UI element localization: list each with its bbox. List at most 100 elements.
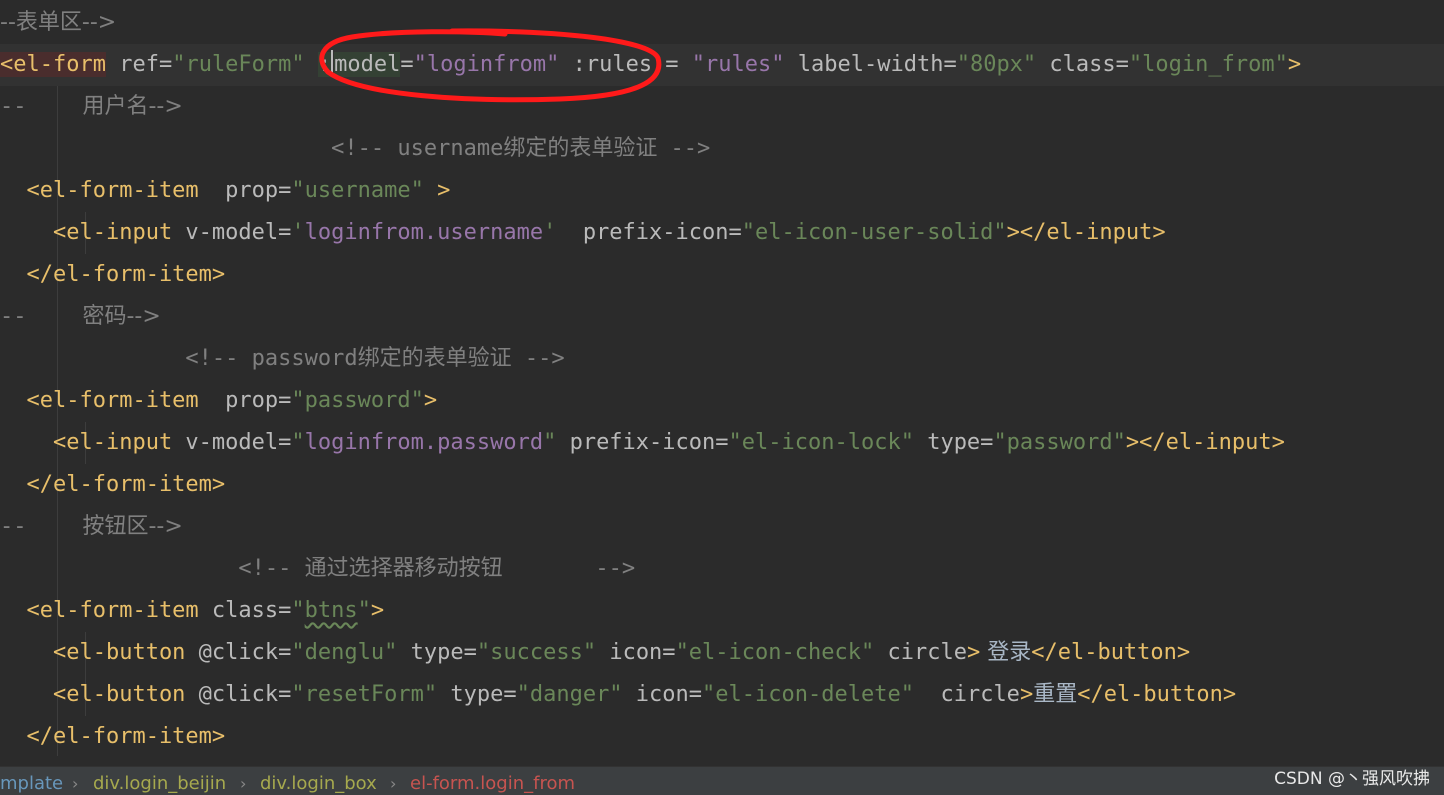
breadcrumb-item-login-box[interactable]: div.login_box <box>260 770 377 795</box>
code-token: "success" <box>476 640 597 665</box>
code-token: :rules = <box>559 52 692 77</box>
code-token: > <box>1287 52 1302 77</box>
code-editor[interactable]: --表单区--> <el-form ref="ruleForm" : model="… <box>0 0 1444 766</box>
code-token: "danger" <box>516 682 623 707</box>
code-token: : <box>317 52 332 77</box>
code-token: </el-button> <box>1077 682 1237 707</box>
code-line[interactable]: <el-input v-model='loginfrom.username' p… <box>0 212 1444 254</box>
code-token: -- <box>0 514 27 539</box>
code-token: -- <box>0 94 27 119</box>
breadcrumb-item-login-from[interactable]: el-form.login_from <box>410 770 575 795</box>
code-token: v-model= <box>172 220 292 245</box>
code-token: 登录 <box>980 640 1032 665</box>
code-line[interactable]: <el-button @click="resetForm" type="dang… <box>0 674 1444 716</box>
code-token: = <box>400 52 414 77</box>
code-token: 密码--> <box>26 304 161 329</box>
code-token: loginfrom.password <box>304 430 544 455</box>
code-line[interactable]: <el-form-item prop="password"> <box>0 380 1444 422</box>
code-token: 用户名--> <box>26 94 183 119</box>
code-line[interactable]: </el-form-item> <box>0 716 1444 758</box>
code-token: <el-form <box>0 52 106 77</box>
code-token: <!-- 通过选择器移动按钮 --> <box>0 556 636 581</box>
code-token: circle <box>913 682 1020 707</box>
code-token: </el-form-item> <box>0 472 226 497</box>
code-token: prop= <box>198 178 292 203</box>
code-token: 重置 <box>1033 682 1078 707</box>
code-token: ' <box>543 220 557 245</box>
code-line[interactable]: <el-form-item class="btns"> <box>0 590 1444 632</box>
code-line[interactable]: </el-form-item> <box>0 464 1444 506</box>
code-token: btns <box>304 598 358 623</box>
code-token: "login_from" <box>1128 52 1288 77</box>
code-token: circle <box>874 640 967 665</box>
code-token: prefix-icon= <box>556 220 742 245</box>
code-token: " <box>291 598 305 623</box>
code-token: <!-- password绑定的表单验证 --> <box>0 346 565 371</box>
code-token: class= <box>1036 52 1129 77</box>
code-token: type= <box>437 682 517 707</box>
code-token: <el-button <box>0 640 186 665</box>
code-token: -- <box>0 304 27 329</box>
code-token: <el-input <box>0 430 173 455</box>
code-line[interactable]: <el-form ref="ruleForm" : model="loginfro… <box>0 44 1444 86</box>
code-token: label-width= <box>784 52 957 77</box>
code-token: class= <box>198 598 292 623</box>
code-token: "el-icon-lock" <box>728 430 914 455</box>
code-token: <el-button <box>0 682 186 707</box>
code-token: "loginfrom" <box>413 52 560 77</box>
code-token: > <box>1019 682 1034 707</box>
code-token: type= <box>397 640 477 665</box>
code-token: @click= <box>185 640 292 665</box>
code-token: <!-- username绑定的表单验证 --> <box>0 136 711 161</box>
code-line[interactable]: <!-- 通过选择器移动按钮 --> <box>0 548 1444 590</box>
code-token: "el-icon-user-solid" <box>741 220 1007 245</box>
code-line[interactable]: -- 按钮区--> <box>0 506 1444 548</box>
code-token: prefix-icon= <box>556 430 729 455</box>
code-line[interactable]: --表单区--> <box>0 2 1444 44</box>
code-token: "denglu" <box>291 640 398 665</box>
text-caret <box>331 50 334 76</box>
breadcrumb-separator: › <box>240 774 247 793</box>
code-line[interactable]: <el-form-item prop="username" > <box>0 170 1444 212</box>
breadcrumb-item-login-beijin[interactable]: div.login_beijin <box>93 770 226 795</box>
code-token: > <box>423 178 451 203</box>
code-token: model <box>334 52 401 77</box>
code-token: icon= <box>622 682 703 707</box>
code-token: "username" <box>291 178 424 203</box>
code-token: <el-form-item <box>0 388 199 413</box>
code-token: </el-form-item> <box>0 724 226 749</box>
code-token: loginfrom.username <box>304 220 544 245</box>
code-line[interactable]: </el-form-item> <box>0 254 1444 296</box>
code-token: ></el-input> <box>1125 430 1285 455</box>
code-token: @click= <box>185 682 292 707</box>
code-token: prop= <box>198 388 292 413</box>
code-line[interactable]: <el-button @click="denglu" type="success… <box>0 632 1444 674</box>
code-line[interactable]: <!-- password绑定的表单验证 --> <box>0 338 1444 380</box>
code-line[interactable]: <el-input v-model="loginfrom.password" p… <box>0 422 1444 464</box>
watermark: CSDN @丶强风吹拂 <box>1274 769 1430 789</box>
code-line[interactable]: -- 密码--> <box>0 296 1444 338</box>
code-line[interactable]: -- 用户名--> <box>0 86 1444 128</box>
code-token: > <box>370 598 385 623</box>
code-token: "rules" <box>691 52 785 77</box>
breadcrumb-separator: › <box>72 774 79 793</box>
code-token: <el-form-item <box>0 178 199 203</box>
code-line[interactable]: <!-- username绑定的表单验证 --> <box>0 128 1444 170</box>
code-token: ' <box>291 220 305 245</box>
code-token: 按钮区--> <box>26 514 183 539</box>
code-token: v-model= <box>172 430 292 455</box>
code-token: icon= <box>596 640 676 665</box>
code-token: "ruleForm" <box>172 52 305 77</box>
code-token: "password" <box>993 430 1126 455</box>
code-token: <el-input <box>0 220 173 245</box>
code-token: ref= <box>105 52 173 77</box>
breadcrumb-item-template[interactable]: mplate <box>0 770 63 795</box>
code-token: > <box>966 640 981 665</box>
code-token: "80px" <box>956 52 1037 77</box>
code-token: --表单区--> <box>0 10 117 35</box>
code-token: </el-button> <box>1031 640 1191 665</box>
code-token: "el-icon-check" <box>675 640 875 665</box>
code-token: <el-form-item <box>0 598 199 623</box>
code-token: "el-icon-delete" <box>702 682 914 707</box>
